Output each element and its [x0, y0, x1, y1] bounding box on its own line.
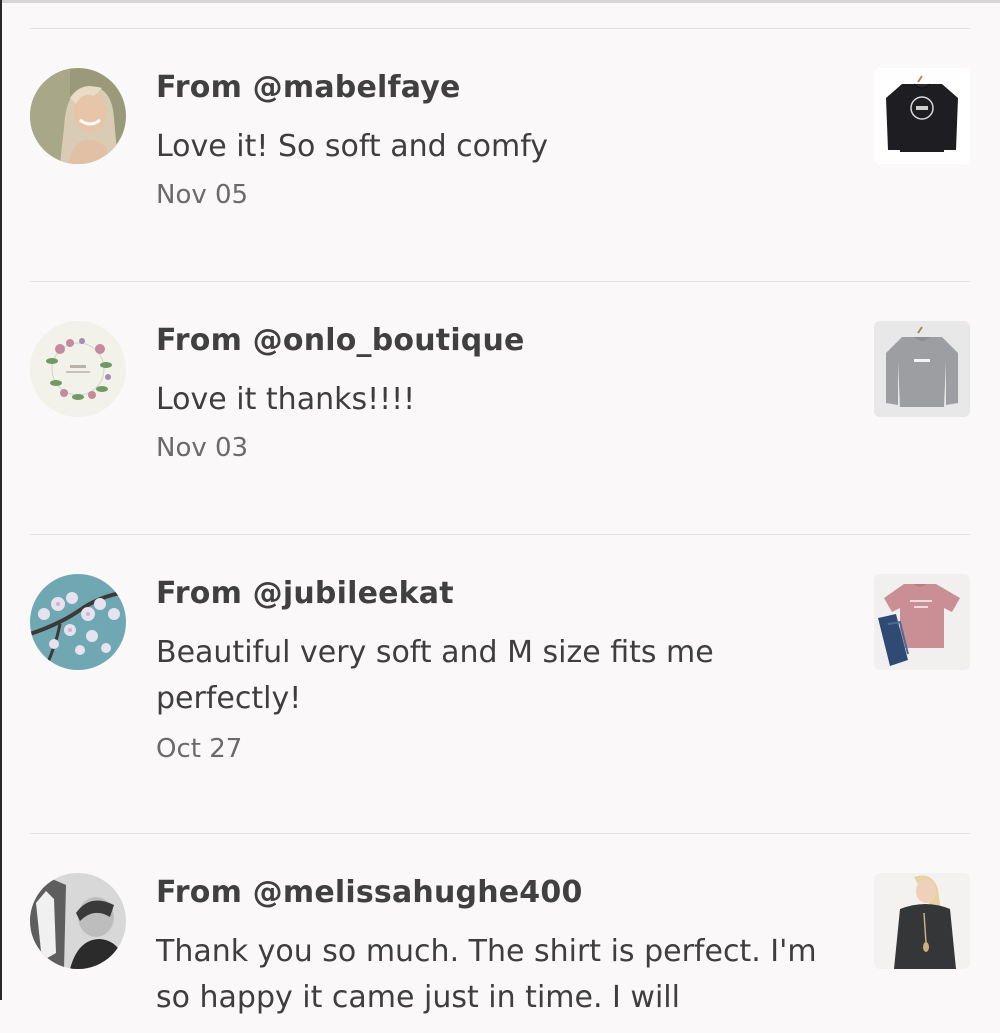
review-message: Love it thanks!!!! [156, 382, 416, 417]
divider [30, 833, 970, 834]
review-message: Thank you so much. The shirt is perfect.… [156, 934, 817, 1015]
cherry-blossom-icon [30, 574, 126, 670]
divider [30, 534, 970, 535]
avatar[interactable] [30, 574, 126, 670]
divider [30, 28, 970, 29]
woman-photo-icon [30, 68, 126, 164]
review-item[interactable]: From @jubileekat Beautiful very soft and… [0, 574, 1000, 794]
review-message: Beautiful very soft and M size fits me p… [156, 635, 714, 716]
review-item[interactable]: From @melissahughe400 Thank you so much.… [0, 873, 1000, 1033]
woman-with-horse-photo-icon [30, 873, 126, 969]
top-edge [0, 0, 1000, 3]
review-item[interactable]: From @mabelfaye Love it! So soft and com… [0, 68, 1000, 248]
product-thumbnail[interactable] [874, 68, 970, 164]
avatar[interactable] [30, 873, 126, 969]
product-thumbnail[interactable] [874, 321, 970, 417]
avatar[interactable] [30, 68, 126, 164]
product-thumbnail[interactable] [874, 574, 970, 670]
floral-wreath-logo-icon [30, 321, 126, 417]
review-item[interactable]: From @onlo_boutique Love it thanks!!!! N… [0, 321, 1000, 501]
product-thumbnail[interactable] [874, 873, 970, 969]
gray-sweatshirt-icon [874, 321, 970, 417]
review-date: Oct 27 [156, 734, 243, 764]
review-date: Nov 03 [156, 433, 249, 463]
dark-top-on-model-icon [874, 873, 970, 969]
avatar[interactable] [30, 321, 126, 417]
black-sweatshirt-icon [874, 68, 970, 164]
review-author[interactable]: From @melissahughe400 [156, 875, 583, 910]
review-author[interactable]: From @onlo_boutique [156, 323, 525, 358]
review-message: Love it! So soft and comfy [156, 129, 549, 164]
review-date: Nov 05 [156, 180, 249, 210]
review-author[interactable]: From @jubileekat [156, 576, 454, 611]
review-author[interactable]: From @mabelfaye [156, 70, 461, 105]
pink-tshirt-icon [874, 574, 970, 670]
divider [30, 281, 970, 282]
